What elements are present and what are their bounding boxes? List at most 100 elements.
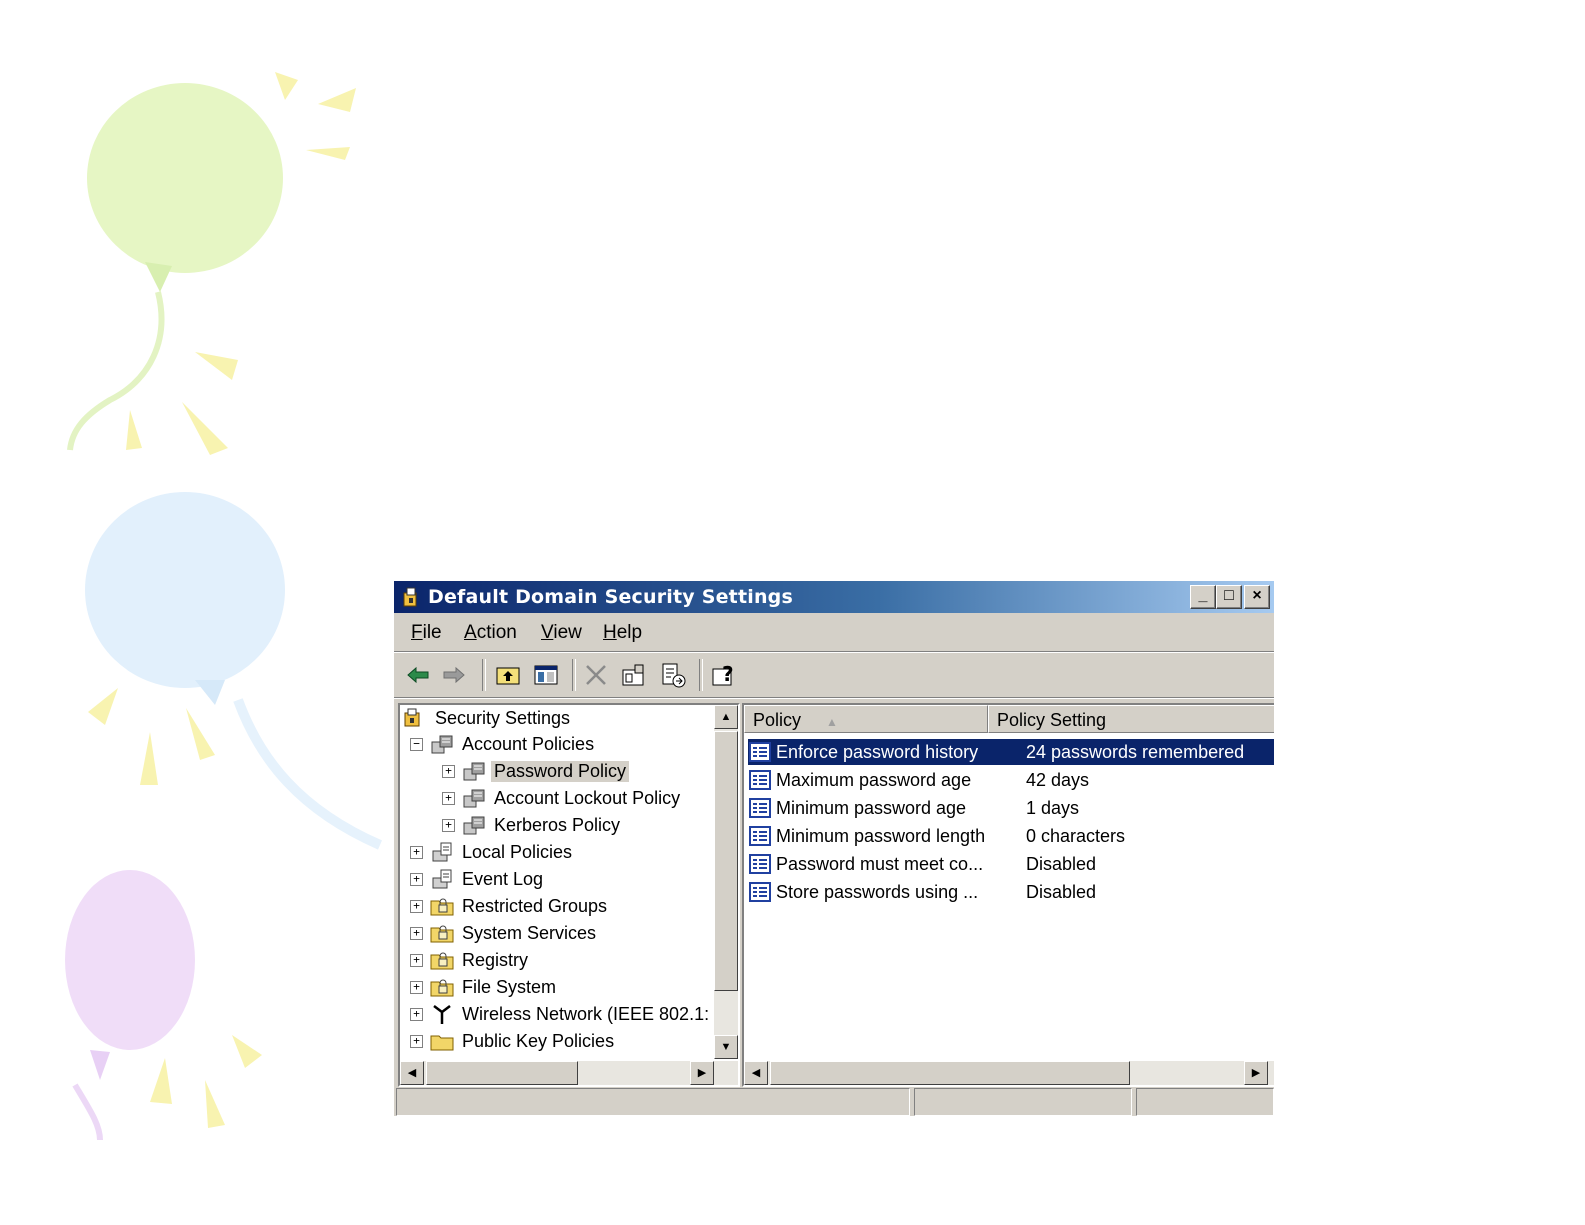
sort-ascending-icon: ▲ xyxy=(826,715,838,729)
status-bar xyxy=(394,1086,1274,1116)
policy-setting-icon xyxy=(749,742,771,762)
menu-file[interactable]: File xyxy=(411,622,442,644)
tree-item-wireless-network[interactable]: + Wireless Network (IEEE 802.1: xyxy=(410,1001,712,1027)
menu-action-rest: ction xyxy=(476,622,517,643)
tree-horizontal-scroll-thumb[interactable] xyxy=(426,1061,578,1085)
policy-setting-icon xyxy=(749,854,771,874)
export-list-icon[interactable] xyxy=(659,661,687,689)
menu-help-rest: elp xyxy=(616,622,643,643)
security-settings-app-icon xyxy=(403,587,417,607)
policy-row-password-complexity[interactable]: Password must meet co... Disabled xyxy=(748,851,1274,877)
help-icon[interactable]: ? xyxy=(710,661,738,689)
expand-toggle[interactable]: + xyxy=(442,764,455,778)
maximize-button[interactable]: □ xyxy=(1216,585,1242,609)
tree-item-label: Account Lockout Policy xyxy=(494,787,681,808)
policy-setting: 24 passwords remembered xyxy=(1026,741,1245,762)
minimize-button[interactable]: _ xyxy=(1190,585,1216,609)
expand-toggle[interactable]: + xyxy=(410,953,423,967)
policy-setting-icon xyxy=(749,770,771,790)
toolbar-separator xyxy=(572,659,576,691)
status-panel-middle xyxy=(914,1088,1132,1116)
tree-vertical-scrollbar[interactable]: ▲ ▼ xyxy=(714,705,738,1059)
menu-bar: File Action View Help xyxy=(394,613,1274,652)
toolbar-separator xyxy=(482,659,486,691)
policy-row-enforce-password-history[interactable]: Enforce password history 24 passwords re… xyxy=(748,739,1274,765)
column-header-policy-setting[interactable]: Policy Setting xyxy=(988,705,1274,733)
policy-name: Password must meet co... xyxy=(776,853,984,874)
properties-icon[interactable] xyxy=(619,661,647,689)
console-tree[interactable]: Security Settings − Account Policies + P… xyxy=(398,703,740,1087)
policy-setting: 0 characters xyxy=(1026,825,1126,846)
expand-toggle[interactable]: + xyxy=(410,1034,423,1048)
results-pane[interactable]: Policy ▲ Policy Setting Enforce password… xyxy=(742,703,1274,1087)
locked-folder-icon xyxy=(430,979,454,997)
results-horizontal-scroll-thumb[interactable] xyxy=(770,1061,1130,1085)
expand-toggle[interactable]: + xyxy=(442,791,455,805)
menu-view-rest: iew xyxy=(553,622,582,643)
tree-item-label: Security Settings xyxy=(435,707,571,728)
forward-arrow-icon[interactable] xyxy=(440,661,468,689)
scroll-down-arrow-icon[interactable]: ▼ xyxy=(714,1035,738,1059)
expand-toggle[interactable]: + xyxy=(410,845,423,859)
policy-name: Enforce password history xyxy=(776,741,979,762)
up-one-level-icon[interactable] xyxy=(494,661,522,689)
title-bar[interactable]: Default Domain Security Settings _ □ × xyxy=(394,581,1274,613)
tree-item-password-policy[interactable]: + Password Policy xyxy=(442,758,630,784)
tree-item-label: Registry xyxy=(462,949,529,970)
expand-toggle[interactable]: + xyxy=(410,899,423,913)
policy-row-minimum-password-age[interactable]: Minimum password age 1 days xyxy=(748,795,1274,821)
scroll-left-arrow-icon[interactable]: ◀ xyxy=(744,1061,768,1085)
folder-icon xyxy=(430,1035,454,1051)
expand-toggle[interactable]: + xyxy=(410,1007,423,1021)
expand-toggle[interactable]: + xyxy=(410,926,423,940)
expand-toggle[interactable]: + xyxy=(442,818,455,832)
tree-item-account-policies[interactable]: − Account Policies xyxy=(410,731,597,757)
column-header-label: Policy xyxy=(753,710,802,730)
policy-row-store-passwords-reversible[interactable]: Store passwords using ... Disabled xyxy=(748,879,1274,905)
tree-item-kerberos-policy[interactable]: + Kerberos Policy xyxy=(442,812,623,838)
expand-toggle[interactable]: + xyxy=(410,980,423,994)
tree-item-restricted-groups[interactable]: + Restricted Groups xyxy=(410,893,610,919)
policy-row-minimum-password-length[interactable]: Minimum password length 0 characters xyxy=(748,823,1274,849)
tree-item-label: Local Policies xyxy=(462,841,573,862)
scroll-up-arrow-icon[interactable]: ▲ xyxy=(714,705,738,729)
status-panel-main xyxy=(396,1088,910,1116)
back-arrow-icon[interactable] xyxy=(404,661,432,689)
tree-item-label: Password Policy xyxy=(491,760,630,782)
tree-item-label: Account Policies xyxy=(462,733,595,754)
close-button[interactable]: × xyxy=(1244,585,1270,609)
tree-horizontal-scrollbar[interactable]: ◀ ▶ xyxy=(400,1061,738,1085)
tree-vertical-scroll-thumb[interactable] xyxy=(714,731,738,991)
locked-folder-icon xyxy=(430,952,454,970)
policy-folder-icon xyxy=(463,762,485,781)
results-horizontal-scrollbar[interactable]: ◀ ▶ xyxy=(744,1061,1274,1085)
tree-item-account-lockout-policy[interactable]: + Account Lockout Policy xyxy=(442,785,683,811)
scroll-left-arrow-icon[interactable]: ◀ xyxy=(400,1061,424,1085)
svg-text:?: ? xyxy=(722,662,734,686)
delete-icon[interactable] xyxy=(582,661,610,689)
menu-view[interactable]: View xyxy=(541,622,582,644)
show-hide-console-tree-icon[interactable] xyxy=(532,661,560,689)
window-title: Default Domain Security Settings xyxy=(428,586,793,608)
tree-item-security-settings[interactable]: Security Settings xyxy=(402,705,573,731)
tree-item-registry[interactable]: + Registry xyxy=(410,947,531,973)
policy-row-maximum-password-age[interactable]: Maximum password age 42 days xyxy=(748,767,1274,793)
mmc-window: Default Domain Security Settings _ □ × F… xyxy=(393,580,1274,1116)
tree-item-public-key-policies[interactable]: + Public Key Policies xyxy=(410,1028,617,1054)
tree-item-label: Kerberos Policy xyxy=(494,814,621,835)
policy-setting: Disabled xyxy=(1026,881,1097,902)
scroll-right-arrow-icon[interactable]: ▶ xyxy=(1244,1061,1268,1085)
menu-help[interactable]: Help xyxy=(603,622,642,644)
policy-setting: 1 days xyxy=(1026,797,1080,818)
status-panel-right xyxy=(1136,1088,1274,1116)
scroll-right-arrow-icon[interactable]: ▶ xyxy=(690,1061,714,1085)
menu-action[interactable]: Action xyxy=(464,622,517,644)
tree-item-system-services[interactable]: + System Services xyxy=(410,920,599,946)
collapse-toggle[interactable]: − xyxy=(410,737,423,751)
column-header-policy[interactable]: Policy ▲ xyxy=(744,705,988,733)
tree-item-local-policies[interactable]: + Local Policies xyxy=(410,839,575,865)
tree-item-event-log[interactable]: + Event Log xyxy=(410,866,546,892)
tree-item-file-system[interactable]: + File System xyxy=(410,974,559,1000)
expand-toggle[interactable]: + xyxy=(410,872,423,886)
locked-folder-icon xyxy=(430,925,454,943)
